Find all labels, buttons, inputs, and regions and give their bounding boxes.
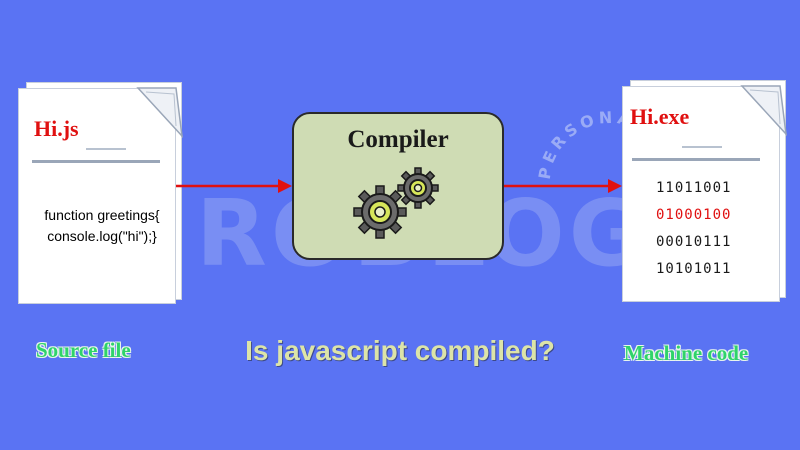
binary-line: 00010111 (656, 234, 732, 250)
source-file-name: Hi.js (34, 116, 79, 141)
machine-file-name: Hi.exe (630, 104, 690, 129)
machine-file-rule (632, 158, 760, 161)
source-code-line: console.log("hi");} (47, 228, 157, 244)
compiler-label: Compiler (347, 126, 449, 153)
source-code-line: function greetings{ (44, 207, 160, 223)
arrow-to-compiler (176, 179, 292, 193)
compiler-box: Compiler (292, 112, 504, 260)
gears-icon (353, 167, 439, 239)
page-curl-icon (740, 85, 788, 136)
arrow-to-machine-code (504, 179, 622, 193)
page-title: Is javascript compiled? (245, 335, 555, 366)
binary-line: 11011001 (656, 180, 732, 196)
source-file-rule (32, 160, 160, 163)
source-code: function greetings{ console.log("hi");} (22, 205, 182, 247)
binary-line: 10101011 (656, 261, 732, 277)
binary-line: 01000100 (656, 207, 732, 223)
page-curl-icon (136, 87, 184, 138)
source-file-rule-short (86, 148, 126, 150)
machine-file-rule-short (682, 146, 722, 148)
